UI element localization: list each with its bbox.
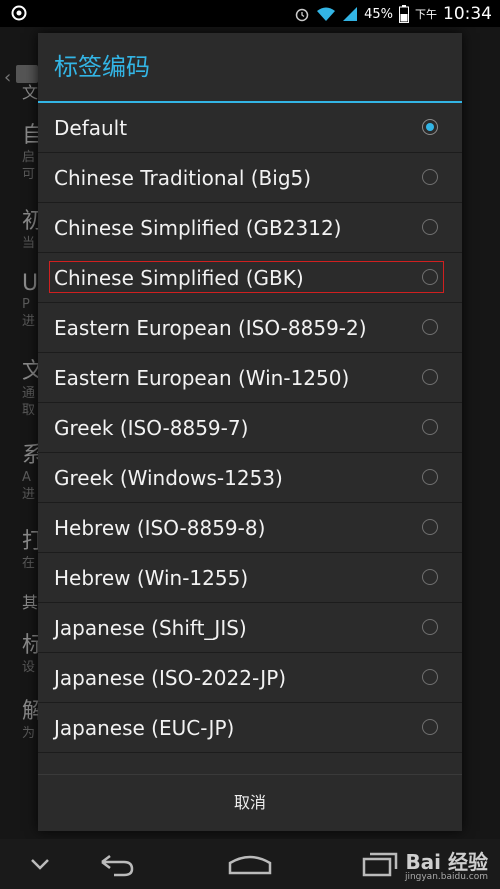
radio-button[interactable] — [422, 719, 438, 735]
option-label: Japanese (ISO-2022-JP) — [54, 665, 287, 690]
chevron-down-icon[interactable] — [10, 847, 70, 881]
option-row[interactable]: Hebrew (ISO-8859-8) — [38, 503, 462, 553]
radio-button[interactable] — [422, 169, 438, 185]
bg-setting-item: UP进 — [22, 271, 39, 329]
option-label: Eastern European (ISO-8859-2) — [54, 315, 367, 340]
radio-button[interactable] — [422, 269, 438, 285]
option-row[interactable]: Japanese (ISO-2022-JP) — [38, 653, 462, 703]
option-row[interactable]: Chinese Simplified (GB2312) — [38, 203, 462, 253]
dialog-title: 标签编码 — [54, 53, 150, 81]
radio-button[interactable] — [422, 569, 438, 585]
option-row[interactable]: Chinese Simplified (GBK) — [38, 253, 462, 303]
radio-button[interactable] — [422, 369, 438, 385]
back-chevron-icon: ‹ — [4, 67, 12, 88]
watermark-url: jingyan.baidu.com — [404, 872, 488, 882]
option-row[interactable]: Greek (Windows-1253) — [38, 453, 462, 503]
signal-icon — [343, 7, 358, 21]
radio-button[interactable] — [422, 619, 438, 635]
option-row[interactable]: Japanese (EUC-JP) — [38, 703, 462, 753]
bg-section-header: 文 — [22, 83, 39, 102]
option-row[interactable]: Default — [38, 103, 462, 153]
back-arrow-icon[interactable] — [86, 847, 146, 881]
option-label: Japanese (Shift_JIS) — [54, 615, 247, 640]
encoding-options-list: Default Chinese Traditional (Big5) Chine… — [38, 103, 462, 753]
radio-button[interactable] — [422, 119, 438, 135]
option-row[interactable]: Greek (ISO-8859-7) — [38, 403, 462, 453]
option-label: Greek (ISO-8859-7) — [54, 415, 249, 440]
option-label: Eastern European (Win-1250) — [54, 365, 350, 390]
option-row[interactable]: Eastern European (Win-1250) — [38, 353, 462, 403]
battery-icon — [399, 5, 409, 23]
cancel-button[interactable]: 取消 — [38, 775, 462, 831]
option-label: Chinese Simplified (GB2312) — [54, 215, 342, 240]
option-label: Default — [54, 115, 128, 140]
option-label: Hebrew (ISO-8859-8) — [54, 515, 266, 540]
radio-button[interactable] — [422, 519, 438, 535]
option-label: Chinese Simplified (GBK) — [54, 265, 304, 290]
option-row[interactable]: Hebrew (Win-1255) — [38, 553, 462, 603]
encoding-dialog: 标签编码 Default Chinese Traditional (Big5) … — [38, 33, 462, 831]
option-label: Greek (Windows-1253) — [54, 465, 283, 490]
status-bar: 45% 下午 10:34 — [0, 0, 500, 27]
baidu-watermark: Bai 经验 — [405, 850, 488, 874]
alarm-icon — [295, 8, 309, 22]
option-row[interactable]: Eastern European (ISO-8859-2) — [38, 303, 462, 353]
settings-gear-icon — [11, 5, 27, 21]
option-label: Japanese (EUC-JP) — [54, 715, 235, 740]
battery-percent: 45% — [364, 6, 393, 22]
clock: 10:34 — [443, 4, 492, 24]
option-label: Chinese Traditional (Big5) — [54, 165, 312, 190]
home-icon[interactable] — [220, 847, 280, 881]
option-label: Hebrew (Win-1255) — [54, 565, 249, 590]
radio-button[interactable] — [422, 219, 438, 235]
option-row[interactable]: Chinese Traditional (Big5) — [38, 153, 462, 203]
radio-button[interactable] — [422, 469, 438, 485]
recent-apps-icon[interactable] — [350, 847, 410, 881]
radio-button[interactable] — [422, 419, 438, 435]
option-row[interactable]: Japanese (Shift_JIS) — [38, 603, 462, 653]
wifi-icon — [317, 7, 336, 21]
radio-button[interactable] — [422, 669, 438, 685]
radio-button[interactable] — [422, 319, 438, 335]
bg-section-header: 其 — [22, 593, 39, 612]
am-pm-label: 下午 — [415, 8, 437, 21]
